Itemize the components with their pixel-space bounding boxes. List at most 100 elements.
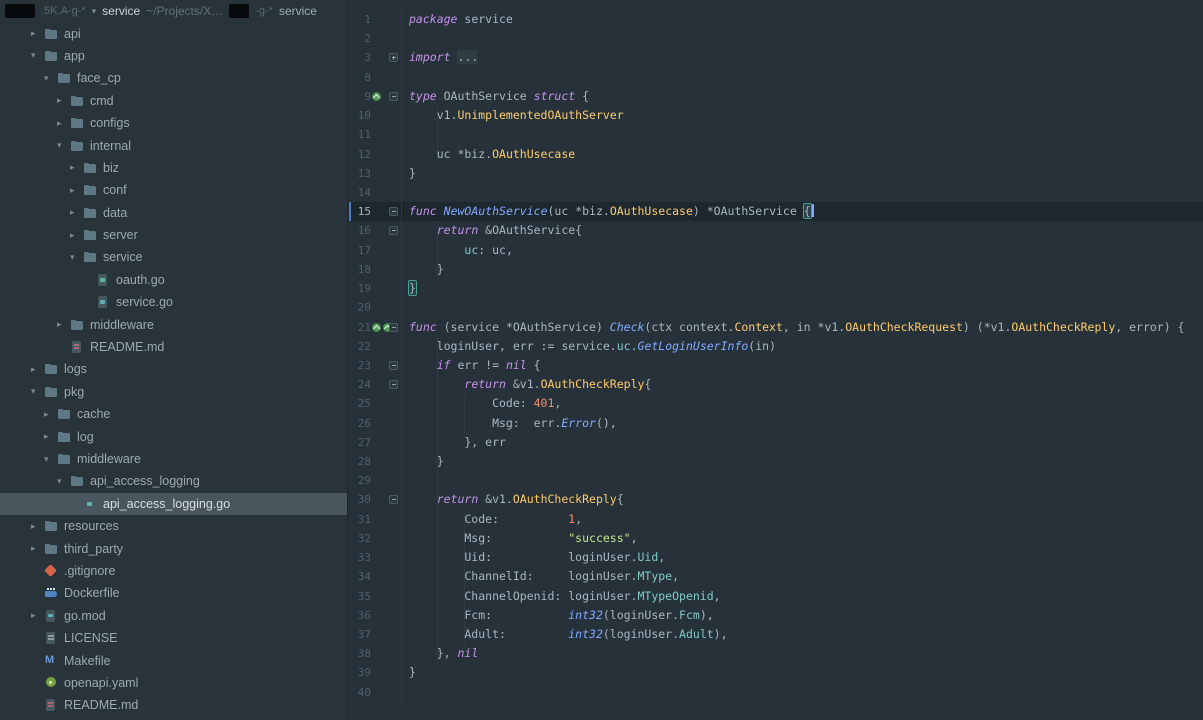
line-number[interactable]: 9 [353, 87, 371, 106]
code-text[interactable] [401, 125, 1203, 144]
code-text[interactable]: v1.UnimplementedOAuthServer [401, 106, 1203, 125]
chevron-down-icon[interactable]: ▾ [70, 252, 83, 263]
code-text[interactable] [401, 298, 1203, 317]
chevron-right-icon[interactable]: ▸ [44, 431, 57, 442]
chevron-down-icon[interactable]: ▾ [57, 140, 70, 151]
tree-row-oauth.go[interactable]: oauth.go [0, 269, 347, 291]
project-root-row[interactable]: .5K.A-g-* ▾ service ~/Projects/X… -g-* s… [0, 0, 347, 22]
code-text[interactable]: Msg: err.Error(), [401, 414, 1203, 433]
chevron-right-icon[interactable]: ▸ [31, 610, 44, 621]
line-number[interactable]: 40 [353, 683, 371, 702]
line-number[interactable]: 14 [353, 183, 371, 202]
tree-row-resources[interactable]: ▸resources [0, 515, 347, 537]
tree-row-api_access_logging.go[interactable]: api_access_logging.go [0, 493, 347, 515]
code-text[interactable] [401, 68, 1203, 87]
line-number[interactable]: 1 [353, 10, 371, 29]
line-number[interactable]: 20 [353, 298, 371, 317]
chevron-right-icon[interactable]: ▸ [31, 364, 44, 375]
tree-row-openapi.yaml[interactable]: openapi.yaml [0, 672, 347, 694]
code-text[interactable] [401, 471, 1203, 490]
line-number[interactable]: 21 [353, 318, 371, 337]
tree-row-configs[interactable]: ▸configs [0, 112, 347, 134]
code-text[interactable]: Adult: int32(loginUser.Adult), [401, 625, 1203, 644]
line-number[interactable]: 38 [353, 644, 371, 663]
line-number[interactable]: 13 [353, 164, 371, 183]
tree-row-README.md[interactable]: README.md [0, 336, 347, 358]
chevron-right-icon[interactable]: ▸ [31, 543, 44, 554]
tree-row-third_party[interactable]: ▸third_party [0, 537, 347, 559]
line-number[interactable]: 34 [353, 567, 371, 586]
tree-row-server[interactable]: ▸server [0, 224, 347, 246]
chevron-right-icon[interactable]: ▸ [70, 185, 83, 196]
tree-row-cache[interactable]: ▸cache [0, 403, 347, 425]
implementation-marker-icon[interactable] [372, 323, 381, 332]
line-number[interactable]: 36 [353, 606, 371, 625]
chevron-down-icon[interactable]: ▾ [31, 386, 44, 397]
code-text[interactable]: func (service *OAuthService) Check(ctx c… [401, 318, 1203, 337]
line-number[interactable]: 10 [353, 106, 371, 125]
code-text[interactable]: } [401, 260, 1203, 279]
chevron-right-icon[interactable]: ▸ [70, 162, 83, 173]
tree-row-go.mod[interactable]: ▸go.mod [0, 605, 347, 627]
code-text[interactable]: }, err [401, 433, 1203, 452]
line-number[interactable]: 18 [353, 260, 371, 279]
line-number[interactable]: 25 [353, 394, 371, 413]
line-number[interactable]: 3 [353, 48, 371, 67]
tree-row-service.go[interactable]: service.go [0, 291, 347, 313]
tree-row-LICENSE[interactable]: LICENSE [0, 627, 347, 649]
code-text[interactable]: Fcm: int32(loginUser.Fcm), [401, 606, 1203, 625]
code-text[interactable]: ChannelId: loginUser.MType, [401, 567, 1203, 586]
line-number[interactable]: 19 [353, 279, 371, 298]
tree-row-README.md[interactable]: README.md [0, 694, 347, 716]
code-text[interactable]: func NewOAuthService(uc *biz.OAuthUsecas… [401, 202, 1203, 221]
code-text[interactable]: Uid: loginUser.Uid, [401, 548, 1203, 567]
code-text[interactable]: ChannelOpenid: loginUser.MTypeOpenid, [401, 587, 1203, 606]
chevron-right-icon[interactable]: ▸ [57, 319, 70, 330]
line-number[interactable]: 33 [353, 548, 371, 567]
tree-row-middleware[interactable]: ▸middleware [0, 313, 347, 335]
chevron-right-icon[interactable]: ▸ [31, 521, 44, 532]
code-text[interactable]: return &v1.OAuthCheckReply{ [401, 490, 1203, 509]
code-editor[interactable]: 1package service23import ...89type OAuth… [349, 0, 1203, 720]
chevron-down-icon[interactable]: ▾ [92, 6, 97, 17]
line-number[interactable]: 24 [353, 375, 371, 394]
fold-collapse-icon[interactable] [389, 226, 398, 235]
chevron-down-icon[interactable]: ▾ [44, 454, 57, 465]
chevron-right-icon[interactable]: ▸ [31, 28, 44, 39]
tree-row-biz[interactable]: ▸biz [0, 157, 347, 179]
tree-row-internal[interactable]: ▾internal [0, 134, 347, 156]
line-number[interactable]: 31 [353, 510, 371, 529]
fold-collapse-icon[interactable] [389, 361, 398, 370]
code-text[interactable]: return &v1.OAuthCheckReply{ [401, 375, 1203, 394]
code-text[interactable]: Msg: "success", [401, 529, 1203, 548]
tree-row-conf[interactable]: ▸conf [0, 179, 347, 201]
code-text[interactable] [401, 29, 1203, 48]
tree-row-api[interactable]: ▸api [0, 22, 347, 44]
code-text[interactable]: return &OAuthService{ [401, 221, 1203, 240]
line-number[interactable]: 35 [353, 587, 371, 606]
chevron-right-icon[interactable]: ▸ [57, 95, 70, 106]
fold-collapse-icon[interactable] [389, 495, 398, 504]
tree-row-api_access_logging[interactable]: ▾api_access_logging [0, 470, 347, 492]
code-text[interactable]: Code: 401, [401, 394, 1203, 413]
line-number[interactable]: 16 [353, 221, 371, 240]
code-text[interactable]: } [401, 663, 1203, 682]
code-text[interactable]: import ... [401, 48, 1203, 67]
line-number[interactable]: 29 [353, 471, 371, 490]
line-number[interactable]: 8 [353, 68, 371, 87]
tree-row-logs[interactable]: ▸logs [0, 358, 347, 380]
line-number[interactable]: 26 [353, 414, 371, 433]
line-number[interactable]: 15 [353, 202, 371, 221]
line-number[interactable]: 37 [353, 625, 371, 644]
code-text[interactable]: loginUser, err := service.uc.GetLoginUse… [401, 337, 1203, 356]
chevron-right-icon[interactable]: ▸ [44, 409, 57, 420]
line-number[interactable]: 32 [353, 529, 371, 548]
tree-row-middleware[interactable]: ▾middleware [0, 448, 347, 470]
code-text[interactable]: } [401, 279, 1203, 298]
tree-row-data[interactable]: ▸data [0, 202, 347, 224]
line-number[interactable]: 17 [353, 241, 371, 260]
tree-row-cmd[interactable]: ▸cmd [0, 90, 347, 112]
tree-row-app[interactable]: ▾app [0, 45, 347, 67]
line-number[interactable]: 22 [353, 337, 371, 356]
code-text[interactable]: uc: uc, [401, 241, 1203, 260]
